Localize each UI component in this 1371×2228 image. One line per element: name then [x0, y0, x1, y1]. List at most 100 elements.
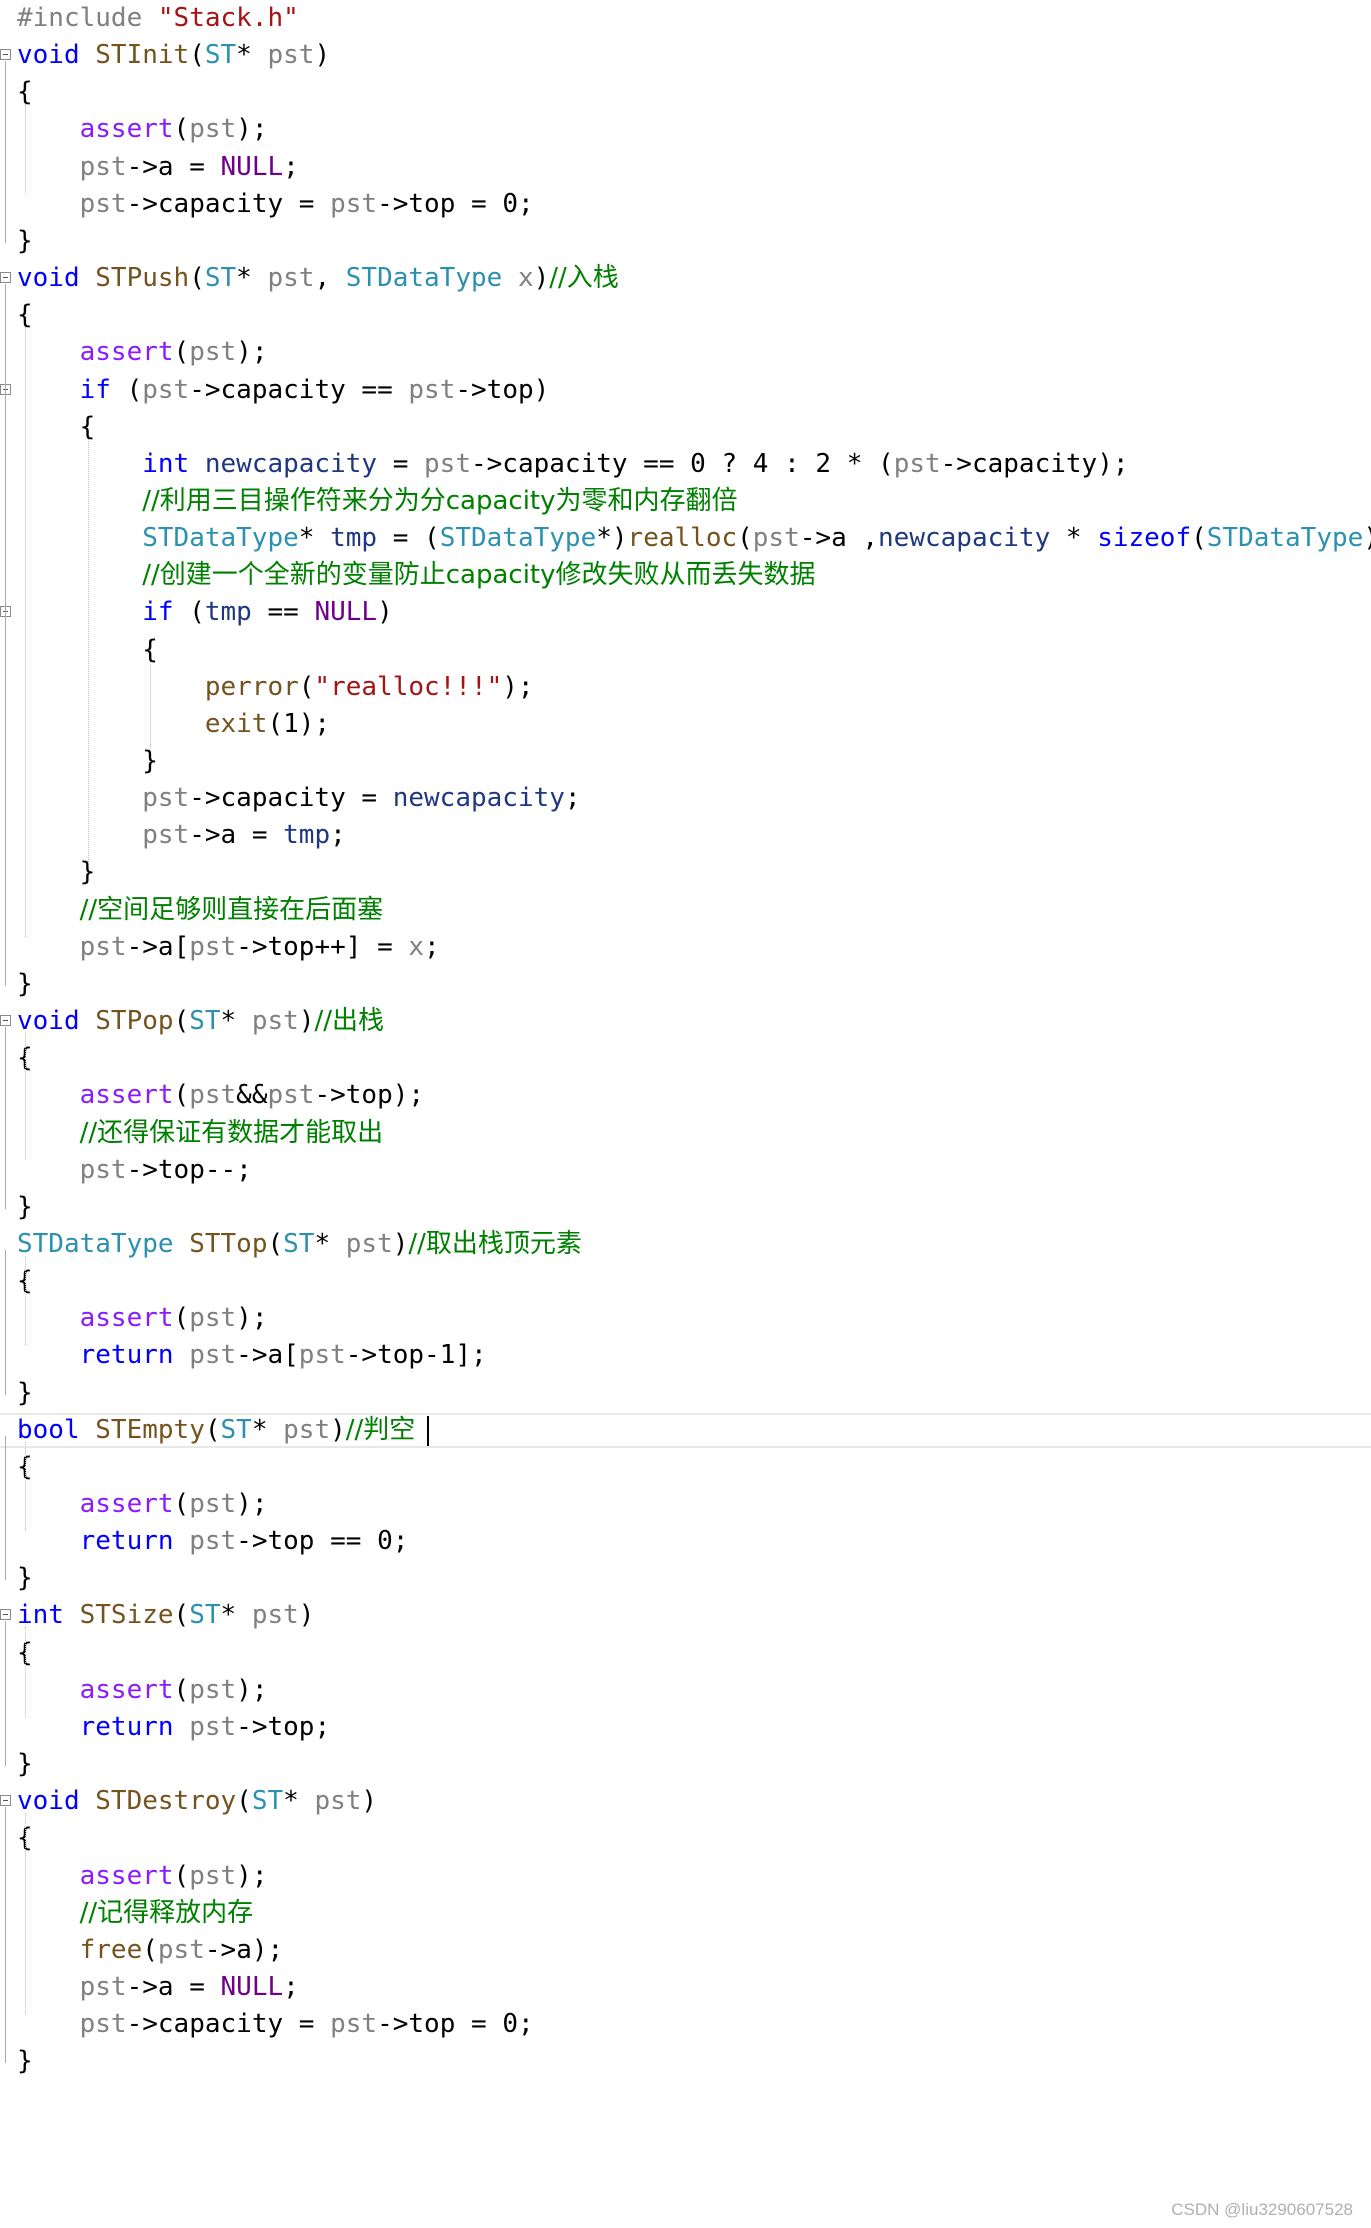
code-line[interactable]: pst->top--;: [0, 1152, 1371, 1189]
code-line[interactable]: if (tmp == NULL): [0, 594, 1371, 631]
fold-gutter: [0, 780, 14, 817]
macro-name-token: assert: [79, 1860, 174, 1891]
code-line[interactable]: exit(1);: [0, 706, 1371, 743]
code-line[interactable]: free(pst->a);: [0, 1932, 1371, 1969]
code-line[interactable]: {: [0, 1040, 1371, 1077]
collapse-icon[interactable]: [0, 272, 11, 284]
collapse-icon[interactable]: [0, 1609, 11, 1621]
code-line[interactable]: }: [0, 2043, 1371, 2080]
member-name-token: top: [408, 188, 456, 219]
code-line[interactable]: void STPush(ST* pst, STDataType x)//入栈: [0, 260, 1371, 297]
code-line[interactable]: }: [0, 966, 1371, 1003]
fold-gutter: [0, 1226, 14, 1263]
code-line[interactable]: {: [0, 1820, 1371, 1857]
code-line[interactable]: return pst->a[pst->top-1];: [0, 1337, 1371, 1374]
code-line[interactable]: }: [0, 1189, 1371, 1226]
identifier-token: pst: [330, 2009, 378, 2040]
fold-gutter: [0, 1486, 14, 1523]
fold-connector: [5, 1027, 6, 1209]
code-line[interactable]: assert(pst);: [0, 1300, 1371, 1337]
code-line[interactable]: return pst->top == 0;: [0, 1523, 1371, 1560]
code-line[interactable]: pst->a = NULL;: [0, 1969, 1371, 2006]
collapse-icon[interactable]: [0, 49, 11, 61]
preprocessor-directive-token: #include: [17, 3, 158, 33]
fold-connector: [5, 1807, 6, 2064]
fold-gutter: [0, 854, 14, 891]
keyword-token: if: [142, 597, 174, 628]
code-line[interactable]: {: [0, 632, 1371, 669]
code-line[interactable]: }: [0, 1560, 1371, 1597]
code-line[interactable]: assert(pst);: [0, 111, 1371, 148]
fold-gutter: [0, 520, 14, 557]
number-literal-token: 2: [815, 448, 832, 479]
punctuation-token: ++] =: [314, 931, 409, 962]
code-text: //创建一个全新的变量防止capacity修改失败从而丢失数据: [17, 557, 815, 594]
code-line[interactable]: assert(pst&&pst->top);: [0, 1077, 1371, 1114]
code-line[interactable]: STDataType* tmp = (STDataType*)realloc(p…: [0, 520, 1371, 557]
punctuation-token: ->: [189, 374, 221, 405]
code-line[interactable]: //还得保证有数据才能取出: [0, 1115, 1371, 1152]
code-line[interactable]: pst->capacity = pst->top = 0;: [0, 2006, 1371, 2043]
code-line[interactable]: //空间足够则直接在后面塞: [0, 892, 1371, 929]
code-line[interactable]: //记得释放内存: [0, 1895, 1371, 1932]
code-line[interactable]: assert(pst);: [0, 1858, 1371, 1895]
code-line[interactable]: {: [0, 409, 1371, 446]
code-editor[interactable]: #include "Stack.h" void STInit(ST* pst){ …: [0, 0, 1371, 2228]
code-line[interactable]: bool STEmpty(ST* pst)//判空: [0, 1412, 1371, 1449]
code-text: assert(pst);: [17, 1672, 268, 1709]
code-line[interactable]: pst->capacity = pst->top = 0;: [0, 186, 1371, 223]
code-line[interactable]: void STDestroy(ST* pst): [0, 1783, 1371, 1820]
code-line[interactable]: {: [0, 1449, 1371, 1486]
comment-token: //空间足够则直接在后面塞: [79, 894, 384, 925]
punctuation-token: *): [596, 523, 628, 554]
code-line[interactable]: pst->capacity = newcapacity;: [0, 780, 1371, 817]
identifier-token: pst: [345, 1228, 393, 1259]
code-line[interactable]: pst->a[pst->top++] = x;: [0, 929, 1371, 966]
code-line[interactable]: //创建一个全新的变量防止capacity修改失败从而丢失数据: [0, 557, 1371, 594]
punctuation-token: *: [1050, 523, 1098, 554]
punctuation-token: [17, 1972, 80, 2002]
code-line[interactable]: assert(pst);: [0, 1486, 1371, 1523]
fold-gutter: [0, 223, 14, 260]
code-line[interactable]: pst->a = tmp;: [0, 817, 1371, 854]
punctuation-token: (: [204, 1414, 221, 1445]
collapse-icon[interactable]: [0, 1795, 11, 1807]
code-line[interactable]: {: [0, 1635, 1371, 1672]
code-line[interactable]: STDataType STTop(ST* pst)//取出栈顶元素: [0, 1226, 1371, 1263]
code-line[interactable]: int newcapacity = pst->capacity == 0 ? 4…: [0, 446, 1371, 483]
code-line[interactable]: void STPop(ST* pst)//出栈: [0, 1003, 1371, 1040]
fold-gutter: [0, 1709, 14, 1746]
punctuation-token: [17, 337, 80, 367]
code-text: return pst->a[pst->top-1];: [17, 1337, 487, 1374]
code-line[interactable]: {: [0, 74, 1371, 111]
code-line[interactable]: assert(pst);: [0, 1672, 1371, 1709]
code-line[interactable]: {: [0, 297, 1371, 334]
fold-connector: [5, 1249, 6, 1395]
punctuation-token: :: [768, 448, 816, 479]
code-line[interactable]: void STInit(ST* pst): [0, 37, 1371, 74]
type-name-token: ST: [283, 1228, 315, 1259]
code-line[interactable]: //利用三目操作符来分为分capacity为零和内存翻倍: [0, 483, 1371, 520]
function-name-token: STEmpty: [95, 1414, 205, 1445]
code-line[interactable]: int STSize(ST* pst): [0, 1597, 1371, 1634]
punctuation-token: ==: [627, 448, 691, 479]
code-line[interactable]: }: [0, 223, 1371, 260]
code-line[interactable]: pst->a = NULL;: [0, 149, 1371, 186]
code-line[interactable]: assert(pst);: [0, 334, 1371, 371]
fold-gutter: [0, 37, 14, 74]
code-line[interactable]: {: [0, 1263, 1371, 1300]
code-line[interactable]: #include "Stack.h": [0, 0, 1371, 37]
punctuation-token: ->: [189, 820, 221, 851]
code-line[interactable]: return pst->top;: [0, 1709, 1371, 1746]
punctuation-token: ): [533, 263, 550, 294]
code-line[interactable]: }: [0, 854, 1371, 891]
punctuation-token: ->: [799, 523, 832, 554]
code-line[interactable]: }: [0, 743, 1371, 780]
fold-gutter: [0, 409, 14, 446]
code-line[interactable]: }: [0, 1375, 1371, 1412]
collapse-icon[interactable]: [0, 1015, 11, 1027]
code-line[interactable]: perror("realloc!!!");: [0, 669, 1371, 706]
code-line[interactable]: if (pst->capacity == pst->top): [0, 372, 1371, 409]
code-line[interactable]: }: [0, 1746, 1371, 1783]
indent-guide: [25, 1255, 26, 1346]
